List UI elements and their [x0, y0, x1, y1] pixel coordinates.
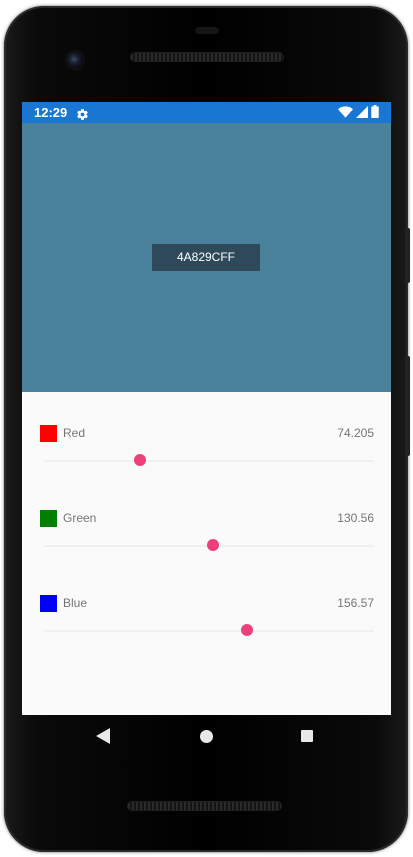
status-time: 12:29: [34, 105, 68, 120]
slider-track[interactable]: [44, 630, 374, 632]
channel-name: Green: [63, 511, 97, 525]
channel-swatch: [40, 425, 57, 442]
status-bar: 12:29: [22, 102, 391, 123]
front-camera: [67, 52, 83, 68]
volume-button: [405, 356, 410, 456]
channel-value: 156.57: [337, 596, 374, 610]
slider-thumb[interactable]: [206, 539, 219, 551]
earpiece: [195, 27, 219, 34]
channel-value: 74.205: [337, 426, 374, 440]
top-speaker-grille: [131, 53, 283, 61]
slider-track[interactable]: [44, 460, 374, 462]
channel-row-red: Red 74.205: [22, 425, 391, 485]
home-icon[interactable]: [200, 730, 213, 743]
channel-swatch: [40, 510, 57, 527]
slider-thumb[interactable]: [134, 454, 147, 466]
channel-row-blue: Blue 156.57: [22, 595, 391, 655]
channel-value: 130.56: [337, 511, 374, 525]
settings-icon: [76, 106, 89, 120]
power-button: [405, 228, 410, 283]
recent-apps-icon[interactable]: [301, 730, 313, 742]
app-screen: 12:29 4A829CFF Red 74.205 Green 130.56 Blue 1…: [22, 102, 391, 715]
channel-name: Red: [63, 426, 86, 440]
navigation-bar: [22, 715, 391, 757]
hex-color-label: 4A829CFF: [152, 244, 260, 271]
color-preview: 4A829CFF: [22, 123, 391, 392]
wifi-icon: [338, 103, 353, 122]
signal-icon: [356, 103, 368, 122]
bottom-speaker-grille: [128, 802, 281, 810]
channel-name: Blue: [63, 596, 88, 610]
slider-thumb[interactable]: [240, 624, 253, 636]
channel-swatch: [40, 595, 57, 612]
back-icon[interactable]: [96, 728, 110, 748]
battery-icon: [371, 103, 379, 122]
channel-row-green: Green 130.56: [22, 510, 391, 570]
